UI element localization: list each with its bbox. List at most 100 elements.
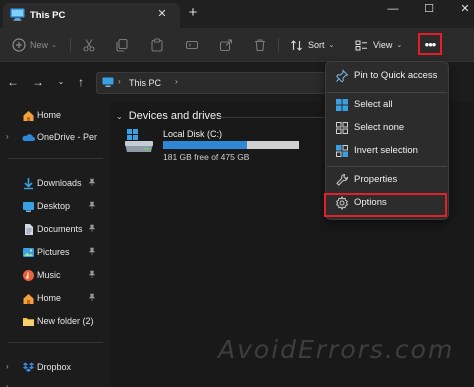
rename-button[interactable]	[185, 36, 199, 54]
menu-item-label: Pin to Quick access	[354, 70, 438, 81]
recent-locations-icon[interactable]: ⌄	[54, 75, 68, 89]
menu-item-label: Properties	[354, 174, 398, 185]
sidebar-item-downloads[interactable]: Downloads	[0, 174, 108, 194]
select-none-icon	[336, 122, 348, 134]
this-pc-icon	[102, 77, 114, 87]
cut-button[interactable]	[82, 36, 96, 54]
drive-free-space: 181 GB free of 475 GB	[163, 152, 250, 162]
pin-icon	[88, 178, 96, 188]
divider	[70, 38, 71, 52]
sidebar-item-music[interactable]: Music	[0, 266, 108, 286]
home-icon	[23, 111, 34, 121]
new-icon	[12, 38, 26, 52]
home-icon	[23, 294, 34, 304]
expand-chevron-icon[interactable]: ›	[6, 362, 9, 371]
pin-icon	[88, 224, 96, 234]
sidebar-item-partial[interactable]: ›	[0, 378, 108, 387]
delete-button[interactable]	[253, 36, 267, 54]
breadcrumb-this-pc[interactable]: This PC	[129, 78, 161, 88]
new-button[interactable]: New ⌄	[12, 36, 57, 54]
sidebar-item-home[interactable]: Home	[0, 106, 108, 126]
menu-item-label: Select all	[354, 99, 393, 110]
copy-icon	[116, 38, 128, 52]
drive-usage-fill	[163, 141, 248, 149]
new-tab-icon[interactable]: +	[185, 5, 201, 21]
devices-and-drives-group[interactable]: ⌄ Devices and drives	[116, 110, 222, 122]
sidebar-item-dropbox[interactable]: › Dropbox	[0, 358, 108, 378]
drive-name: Local Disk (C:)	[163, 129, 223, 139]
menu-item-label: Invert selection	[354, 145, 418, 156]
divider	[327, 92, 447, 93]
pin-icon	[88, 201, 96, 211]
menu-item-select-none[interactable]: Select none	[330, 118, 444, 138]
drive-local-disk-c[interactable]: Local Disk (C:) 181 GB free of 475 GB	[124, 126, 324, 162]
divider	[8, 158, 103, 159]
sort-button[interactable]: Sort ⌄	[290, 36, 334, 54]
view-icon	[355, 40, 367, 50]
drive-icon	[125, 129, 153, 152]
documents-icon	[25, 224, 33, 235]
breadcrumb-separator-icon[interactable]: ›	[175, 77, 178, 86]
tab-this-pc[interactable]: This PC ✕	[3, 3, 180, 28]
select-all-icon	[336, 99, 348, 111]
sidebar-item-label: Dropbox	[37, 362, 72, 372]
back-arrow-icon[interactable]: ←	[6, 75, 20, 89]
divider	[327, 166, 447, 167]
divider	[220, 117, 325, 118]
address-bar[interactable]: › This PC ›	[96, 72, 331, 94]
menu-item-invert-selection[interactable]: Invert selection	[330, 141, 444, 161]
delete-icon	[255, 39, 265, 52]
sidebar-item-documents[interactable]: Documents	[0, 220, 108, 240]
dropbox-icon	[23, 362, 34, 372]
expand-chevron-icon[interactable]: ›	[6, 132, 9, 141]
onedrive-icon	[22, 134, 35, 141]
options-highlight-box	[324, 193, 447, 217]
close-window-button[interactable]: ✕	[445, 0, 474, 20]
collapse-chevron-icon[interactable]: ⌄	[116, 112, 123, 121]
cut-icon	[83, 39, 95, 52]
watermark: AvoidErrors.com	[218, 335, 455, 364]
up-arrow-icon[interactable]: ↑	[74, 75, 88, 89]
see-more-button[interactable]: •••	[418, 33, 442, 55]
pin-icon	[336, 69, 349, 83]
new-label: New	[30, 40, 49, 50]
music-icon	[23, 270, 34, 281]
folder-icon	[23, 318, 34, 326]
minimize-button[interactable]: —	[373, 0, 413, 20]
sidebar-item-label: OneDrive - Perso	[37, 132, 97, 142]
tab-close-icon[interactable]: ✕	[155, 7, 169, 21]
divider	[278, 38, 279, 52]
sort-label: Sort	[308, 40, 325, 50]
maximize-button[interactable]: ☐	[409, 0, 449, 20]
sidebar-item-pictures[interactable]: Pictures	[0, 243, 108, 263]
more-icon: •••	[424, 36, 437, 52]
paste-icon	[151, 38, 163, 52]
menu-item-properties[interactable]: Properties	[330, 170, 444, 190]
downloads-icon	[24, 178, 33, 190]
properties-icon	[336, 173, 349, 186]
sidebar-item-label: Home	[37, 110, 62, 120]
paste-button[interactable]	[150, 36, 164, 54]
divider	[8, 342, 103, 343]
menu-item-label: Select none	[354, 122, 405, 133]
command-bar: New ⌄ Sort ⌄ View ⌄	[0, 28, 474, 62]
copy-button[interactable]	[115, 36, 129, 54]
group-title: Devices and drives	[128, 110, 222, 122]
view-label: View	[373, 40, 393, 50]
expand-chevron-icon[interactable]: ›	[6, 382, 9, 387]
pin-icon	[88, 270, 96, 280]
share-button[interactable]	[219, 36, 233, 54]
sidebar-item-new-folder[interactable]: New folder (2)	[0, 312, 108, 332]
sidebar-item-desktop[interactable]: Desktop	[0, 197, 108, 217]
sidebar-item-onedrive[interactable]: › OneDrive - Perso	[0, 128, 108, 148]
menu-item-select-all[interactable]: Select all	[330, 95, 444, 115]
breadcrumb-separator-icon[interactable]: ›	[118, 77, 121, 86]
sidebar-item-home-pinned[interactable]: Home	[0, 289, 108, 309]
invert-selection-icon	[336, 145, 348, 157]
menu-item-pin-to-quick-access[interactable]: Pin to Quick access	[330, 66, 444, 86]
sort-chevron-icon: ⌄	[328, 42, 335, 49]
forward-arrow-icon[interactable]: →	[31, 75, 45, 89]
pin-icon	[88, 293, 96, 303]
view-button[interactable]: View ⌄	[355, 36, 402, 54]
pin-icon	[88, 247, 96, 257]
